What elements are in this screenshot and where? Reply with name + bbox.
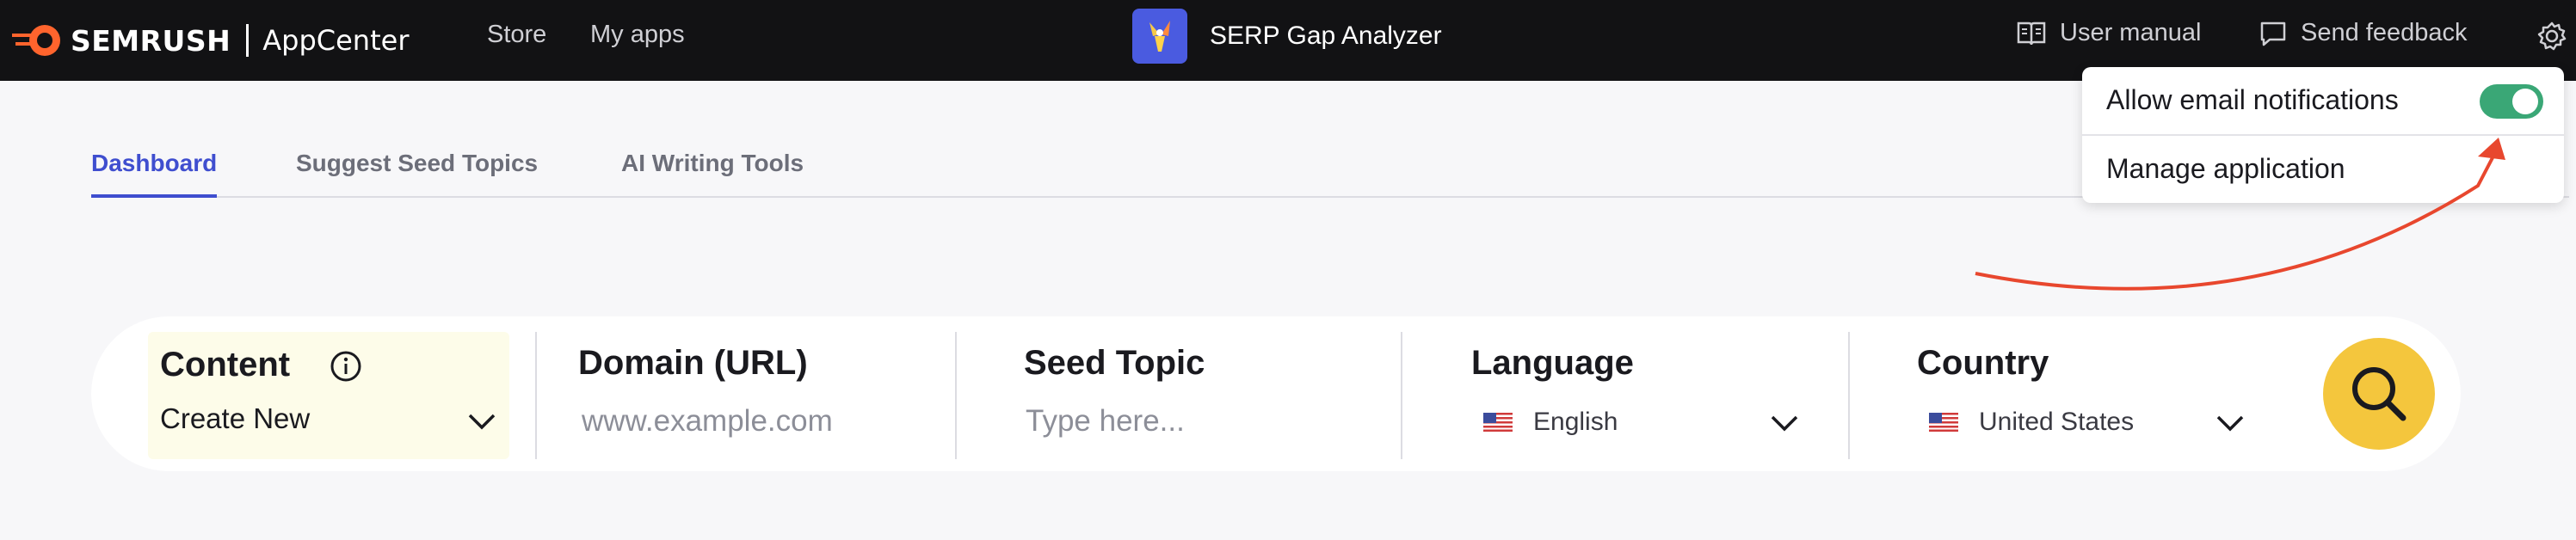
country-label: Country [1917,344,2049,382]
language-value: English [1483,408,1618,437]
logo-divider [246,24,250,57]
current-app: SERP Gap Analyzer [1132,9,1442,64]
field-divider [955,332,957,459]
seed-topic-input[interactable]: Type here... [1026,404,1185,439]
language-selector[interactable]: Language English [1471,332,1833,459]
country-selector[interactable]: Country United States [1917,332,2278,459]
chevron-down-icon [2216,415,2244,432]
settings-menu: Allow email notifications Manage applica… [2082,67,2564,203]
send-feedback-label: Send feedback [2301,19,2468,46]
tab-dashboard[interactable]: Dashboard [91,150,218,198]
tab-suggest-seed-topics[interactable]: Suggest Seed Topics [296,150,538,194]
seed-topic-field[interactable]: Seed Topic Type here... [1024,332,1385,459]
field-divider [1848,332,1850,459]
email-notifications-toggle[interactable] [2480,84,2543,119]
chevron-down-icon [1771,415,1798,432]
send-feedback-link[interactable]: Send feedback [2259,19,2467,47]
user-manual-label: User manual [2060,19,2202,46]
country-text: United States [1979,408,2135,436]
seed-topic-label: Seed Topic [1024,344,1205,382]
gear-icon[interactable] [2536,21,2567,52]
field-divider [535,332,537,459]
book-icon [2017,21,2046,45]
info-icon[interactable] [329,349,363,384]
app-title: SERP Gap Analyzer [1210,21,1442,50]
us-flag-icon [1483,413,1513,432]
feedback-icon [2260,21,2286,46]
content-selector[interactable]: Content Create New [148,332,509,459]
us-flag-icon [1929,413,1958,432]
semrush-logo[interactable]: SEMRUSH AppCenter [10,15,409,65]
language-text: English [1533,408,1618,436]
semrush-flame-icon [12,25,60,56]
domain-input[interactable]: www.example.com [582,404,833,439]
email-notifications-label: Allow email notifications [2106,84,2399,115]
domain-field[interactable]: Domain (URL) www.example.com [578,332,957,459]
brand-name: SEMRUSH [71,23,231,58]
toggle-knob [2512,89,2538,114]
product-name: AppCenter [262,24,410,57]
domain-label: Domain (URL) [578,344,808,382]
tab-ai-writing-tools[interactable]: AI Writing Tools [621,150,804,194]
field-divider [1401,332,1402,459]
search-panel: Content Create New Domain (URL) www.exam… [91,316,2461,471]
user-manual-link[interactable]: User manual [2017,19,2201,47]
menu-divider [2082,134,2564,136]
chevron-down-icon [468,414,496,430]
content-label: Content [160,346,291,384]
search-button[interactable] [2323,338,2435,450]
content-value: Create New [160,402,311,434]
country-value: United States [1929,408,2134,437]
search-icon [2352,367,2407,421]
language-label: Language [1471,344,1634,382]
nav-store[interactable]: Store [487,21,546,49]
app-logo-icon [1132,9,1187,64]
manage-application-item[interactable]: Manage application [2106,153,2345,185]
nav-my-apps[interactable]: My apps [590,21,685,49]
